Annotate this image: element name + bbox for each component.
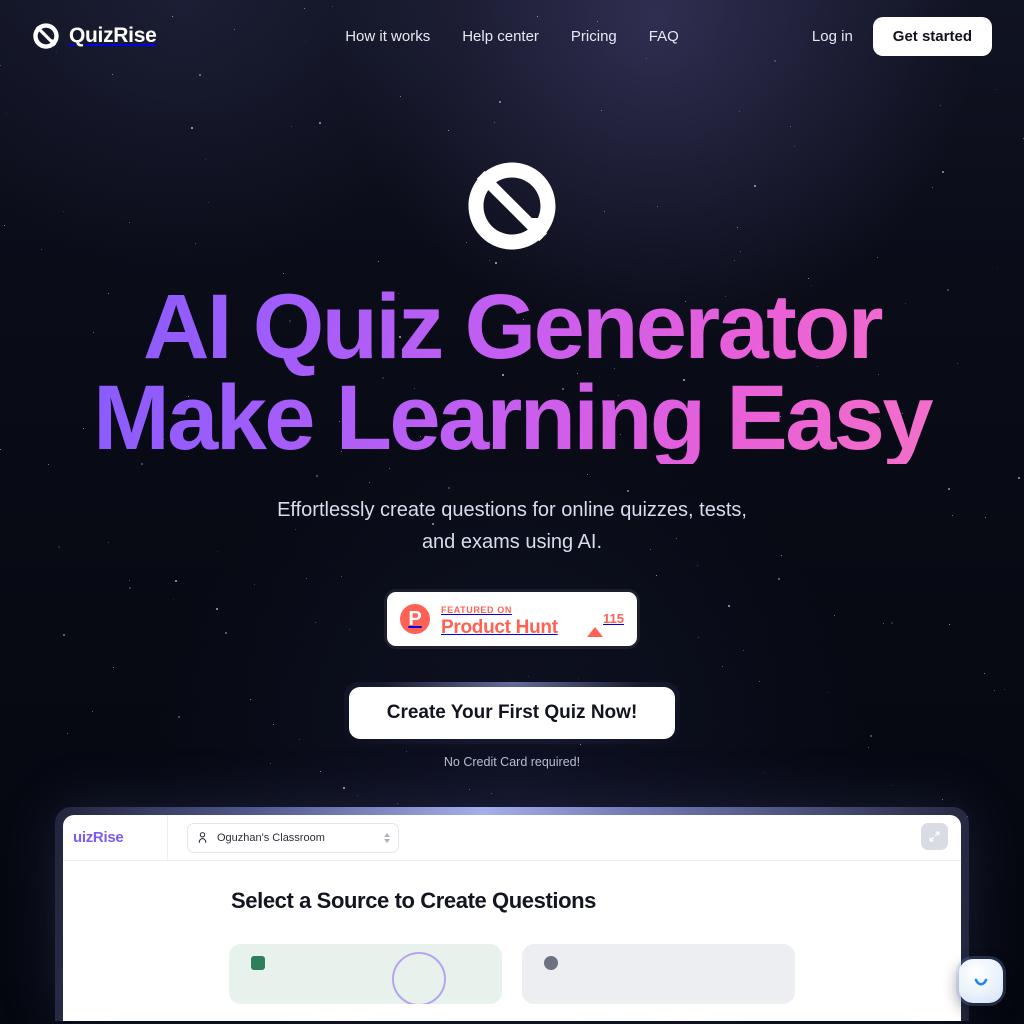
headline-line-2: Make Learning Easy <box>93 367 931 470</box>
product-hunt-featured-label: FEATURED ON <box>441 604 512 615</box>
chevron-updown-icon <box>384 832 390 843</box>
hero-logo-icon <box>468 162 556 250</box>
smile-chat-icon <box>974 978 988 986</box>
classroom-select-value: Oguzhan's Classroom <box>217 831 325 844</box>
cta-glow: Create Your First Quiz Now! <box>343 682 681 745</box>
chat-widget-button[interactable] <box>959 959 1003 1003</box>
classroom-select[interactable]: Oguzhan's Classroom <box>187 822 399 853</box>
cta-wrap: Create Your First Quiz Now! <box>0 682 1024 745</box>
create-first-quiz-button[interactable]: Create Your First Quiz Now! <box>348 687 676 740</box>
app-preview-frame: uizRise Oguzhan's Classroom Select a Sou… <box>55 807 969 1022</box>
page-title: AI Quiz Generator Make Learning Easy <box>0 282 1024 464</box>
app-preview-screenshot: uizRise Oguzhan's Classroom Select a Sou… <box>63 815 961 1022</box>
header-actions: Log in Get started <box>812 16 992 56</box>
source-grey-icon <box>544 956 558 971</box>
app-preview-topbar: uizRise Oguzhan's Classroom <box>63 815 961 862</box>
user-group-icon <box>198 832 207 844</box>
app-preview-section: uizRise Oguzhan's Classroom Select a Sou… <box>55 807 969 1022</box>
app-preview-heading: Select a Source to Create Questions <box>231 888 597 914</box>
headline-line-1: AI Quiz Generator <box>143 276 881 378</box>
source-card-list <box>63 944 961 1005</box>
quizrise-logo-icon <box>33 23 59 49</box>
brand-name: QuizRise <box>69 24 157 47</box>
hero-section: AI Quiz Generator Make Learning Easy Eff… <box>0 158 1024 769</box>
landing-page: QuizRise How it works Help center Pricin… <box>0 0 1024 1024</box>
product-hunt-votes: 115 <box>587 610 624 638</box>
nav-link-how-it-works[interactable]: How it works <box>345 28 430 45</box>
nav-link-help-center[interactable]: Help center <box>462 28 539 45</box>
expand-arrows-icon <box>929 831 940 842</box>
hero-subtitle: Effortlessly create questions for online… <box>277 499 747 554</box>
product-hunt-name: Product Hunt <box>441 616 558 638</box>
source-card-green[interactable] <box>229 944 502 1005</box>
source-card-grey[interactable] <box>522 944 795 1005</box>
upvote-triangle-icon <box>587 610 604 638</box>
site-header: QuizRise How it works Help center Pricin… <box>0 0 1024 72</box>
nav-link-pricing[interactable]: Pricing <box>571 28 617 45</box>
product-hunt-p-icon: P <box>400 604 430 635</box>
app-preview-logo: uizRise <box>73 829 124 847</box>
product-hunt-badge[interactable]: P FEATURED ON Product Hunt 115 <box>387 592 637 647</box>
brand-logo-link[interactable]: QuizRise <box>32 22 157 50</box>
login-link[interactable]: Log in <box>812 28 853 45</box>
cursor-ring-indicator <box>392 952 446 1005</box>
product-hunt-badge-wrap: P FEATURED ON Product Hunt 115 <box>0 592 1024 647</box>
no-credit-card-note: No Credit Card required! <box>443 755 581 770</box>
nav-link-faq[interactable]: FAQ <box>649 28 679 45</box>
document-green-icon <box>251 956 265 971</box>
expand-button[interactable] <box>921 823 948 851</box>
product-hunt-text: FEATURED ON Product Hunt <box>441 601 576 638</box>
product-hunt-upvote-count: 115 <box>603 611 624 627</box>
get-started-button[interactable]: Get started <box>872 16 992 56</box>
topbar-divider <box>167 815 168 861</box>
app-preview-body: Select a Source to Create Questions <box>63 861 961 1005</box>
